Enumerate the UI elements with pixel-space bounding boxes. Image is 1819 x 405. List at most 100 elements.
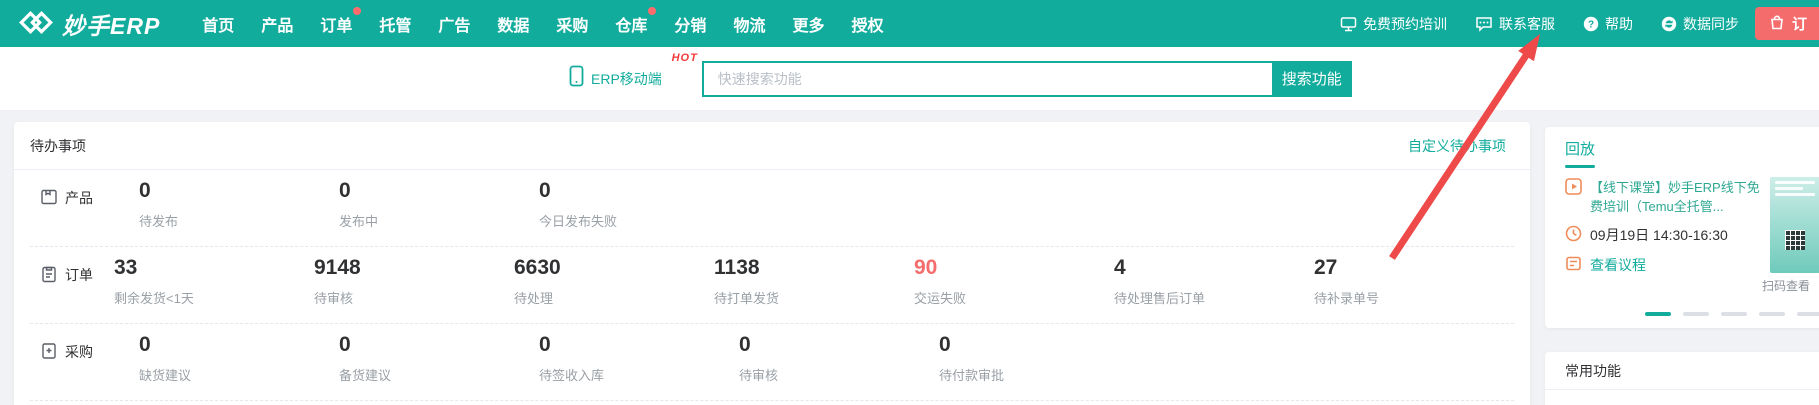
- metric-label: 备货建议: [339, 368, 392, 383]
- nav-item-distribution[interactable]: 分销: [674, 12, 706, 36]
- metrics-group: 0 缺货建议 0 备货建议 0 待签收入库 0 待审核 0 待付款审批: [139, 332, 1139, 384]
- metrics-group: 0 待发布 0 发布中 0 今日发布失败: [139, 178, 739, 230]
- metric: 0 发布中: [339, 178, 539, 230]
- metric: 0 待付款审批: [939, 332, 1139, 384]
- todo-panel: 待办事项 自定义待办事项 产品 0 待发布 0 发布中 0 今日发布失败 订单 33 剩余发货<1…: [14, 122, 1530, 405]
- purchase-icon: [40, 342, 58, 365]
- metric: 0 待发布: [139, 178, 339, 230]
- erp-mobile-entry[interactable]: ERP移动端 HOT: [569, 52, 697, 92]
- order-icon: [40, 265, 58, 288]
- metric-value[interactable]: 0: [939, 332, 1139, 358]
- metric: 1138 待打单发货: [714, 255, 914, 307]
- metric-label: 待处理售后订单: [1114, 291, 1206, 306]
- todo-row-order: 订单 33 剩余发货<1天 9148 待审核 6630 待处理 1138 待打单发货 90 交运失败…: [30, 247, 1514, 324]
- metric-value[interactable]: 0: [139, 178, 339, 204]
- product-icon: [40, 188, 58, 211]
- replay-agenda-item[interactable]: 查看议程: [1565, 255, 1646, 277]
- nav-menu: 首页 产品 订单 托管 广告 数据 采购 仓库 分销 物流 更多 授权: [202, 6, 883, 36]
- metric-value[interactable]: 0: [139, 332, 339, 358]
- nav-training-label: 免费预约培训: [1363, 15, 1447, 32]
- metric-value[interactable]: 0: [339, 332, 539, 358]
- common-functions-title: 常用功能: [1545, 352, 1819, 390]
- nav-item-home[interactable]: 首页: [202, 12, 234, 36]
- nav-item-hosting[interactable]: 托管: [379, 12, 411, 36]
- nav-item-auth[interactable]: 授权: [851, 12, 883, 36]
- top-navbar: 妙手ERP 首页 产品 订单 托管 广告 数据 采购 仓库 分销 物流 更多 授权 免费预约培训 联系客…: [0, 0, 1819, 47]
- nav-sync-button[interactable]: 数据同步: [1661, 14, 1739, 34]
- metric: 0 备货建议: [339, 332, 539, 384]
- order-subscribe-button[interactable]: 订: [1755, 7, 1819, 40]
- nav-training-button[interactable]: 免费预约培训: [1340, 14, 1447, 34]
- event-poster[interactable]: [1770, 177, 1819, 273]
- metrics-group: 33 剩余发货<1天 9148 待审核 6630 待处理 1138 待打单发货 90 交运失败 4 待…: [114, 255, 1514, 307]
- poster-text-line: [1775, 193, 1815, 196]
- nav-item-logistics[interactable]: 物流: [733, 12, 765, 36]
- metric-label: 待处理: [514, 291, 554, 306]
- metric-value[interactable]: 0: [339, 178, 539, 204]
- miaoshou-logo-icon: [18, 9, 54, 39]
- todo-category-name: 采购: [65, 344, 93, 360]
- metric-label: 待补录单号: [1314, 291, 1380, 306]
- metric-value[interactable]: 0: [739, 332, 939, 358]
- todo-row-cut-row: 000: [30, 401, 1514, 405]
- svg-text:?: ?: [1588, 19, 1594, 30]
- todo-row-label: 订单: [30, 255, 114, 307]
- poster-text-line: [1775, 181, 1815, 184]
- nav-support-button[interactable]: 联系客服: [1475, 14, 1555, 34]
- nav-sync-label: 数据同步: [1683, 15, 1739, 32]
- poster-caption: 扫码查看: [1762, 279, 1811, 293]
- agenda-doc-icon: [1565, 255, 1582, 277]
- metric-label: 今日发布失败: [539, 214, 618, 229]
- metric-value[interactable]: 9148: [314, 255, 514, 281]
- todo-panel-header: 待办事项 自定义待办事项: [14, 122, 1530, 170]
- metric-value[interactable]: 1138: [714, 255, 914, 281]
- todo-row-label: 采购: [30, 332, 139, 384]
- customize-todo-link[interactable]: 自定义待办事项: [1408, 136, 1506, 156]
- function-searchbox: 搜索功能: [701, 60, 1352, 97]
- replay-video-title[interactable]: 【线下课堂】妙手ERP线下免费培训（Temu全托管...: [1590, 178, 1760, 216]
- pagination-dash-3[interactable]: [1721, 312, 1747, 316]
- phone-icon: [569, 65, 584, 92]
- nav-item-warehouse[interactable]: 仓库: [615, 6, 657, 36]
- poster-text-line: [1775, 187, 1803, 190]
- metric: 90 交运失败: [914, 255, 1114, 307]
- replay-video-item[interactable]: 【线下课堂】妙手ERP线下免费培训（Temu全托管...: [1565, 178, 1765, 216]
- metric-value[interactable]: 27: [1314, 255, 1514, 281]
- search-input[interactable]: [701, 60, 1272, 97]
- nav-item-more[interactable]: 更多: [792, 12, 824, 36]
- metric: 0 缺货建议: [139, 332, 339, 384]
- metric: 6630 待处理: [514, 255, 714, 307]
- replay-panel: 回放 【线下课堂】妙手ERP线下免费培训（Temu全托管... 09月19日 1…: [1545, 127, 1819, 328]
- metric-value[interactable]: 0: [539, 178, 739, 204]
- metric: 33 剩余发货<1天: [114, 255, 314, 307]
- metric: 0 今日发布失败: [539, 178, 739, 230]
- search-button[interactable]: 搜索功能: [1271, 60, 1352, 97]
- pagination-dash-5[interactable]: [1797, 312, 1819, 316]
- metric-value[interactable]: 90: [914, 255, 1114, 281]
- pagination-dash-4[interactable]: [1759, 312, 1785, 316]
- metric-value[interactable]: 6630: [514, 255, 714, 281]
- metric-value[interactable]: 33: [114, 255, 314, 281]
- brand[interactable]: 妙手ERP: [18, 7, 160, 41]
- pagination-dash-2[interactable]: [1683, 312, 1709, 316]
- nav-item-ads[interactable]: 广告: [438, 12, 470, 36]
- todo-panel-title: 待办事项: [30, 137, 86, 154]
- metric-label: 待付款审批: [939, 368, 1005, 383]
- metric-label: 待签收入库: [539, 368, 605, 383]
- nav-help-button[interactable]: ? 帮助: [1583, 14, 1633, 34]
- erp-mobile-label: ERP移动端: [591, 70, 662, 87]
- notification-dot: [353, 6, 362, 15]
- pagination-dash-1[interactable]: [1645, 312, 1671, 316]
- metric-label: 缺货建议: [139, 368, 192, 383]
- metric-value[interactable]: 0: [539, 332, 739, 358]
- tab-replay[interactable]: 回放: [1565, 138, 1595, 159]
- hot-badge: HOT: [671, 52, 698, 64]
- metric-label: 发布中: [339, 214, 379, 229]
- training-icon: [1340, 16, 1357, 32]
- nav-item-product[interactable]: 产品: [261, 12, 293, 36]
- nav-item-data[interactable]: 数据: [497, 12, 529, 36]
- metric-value[interactable]: 4: [1114, 255, 1314, 281]
- view-agenda-link[interactable]: 查看议程: [1590, 255, 1646, 277]
- nav-item-order[interactable]: 订单: [320, 6, 362, 36]
- nav-item-purchase[interactable]: 采购: [556, 12, 588, 36]
